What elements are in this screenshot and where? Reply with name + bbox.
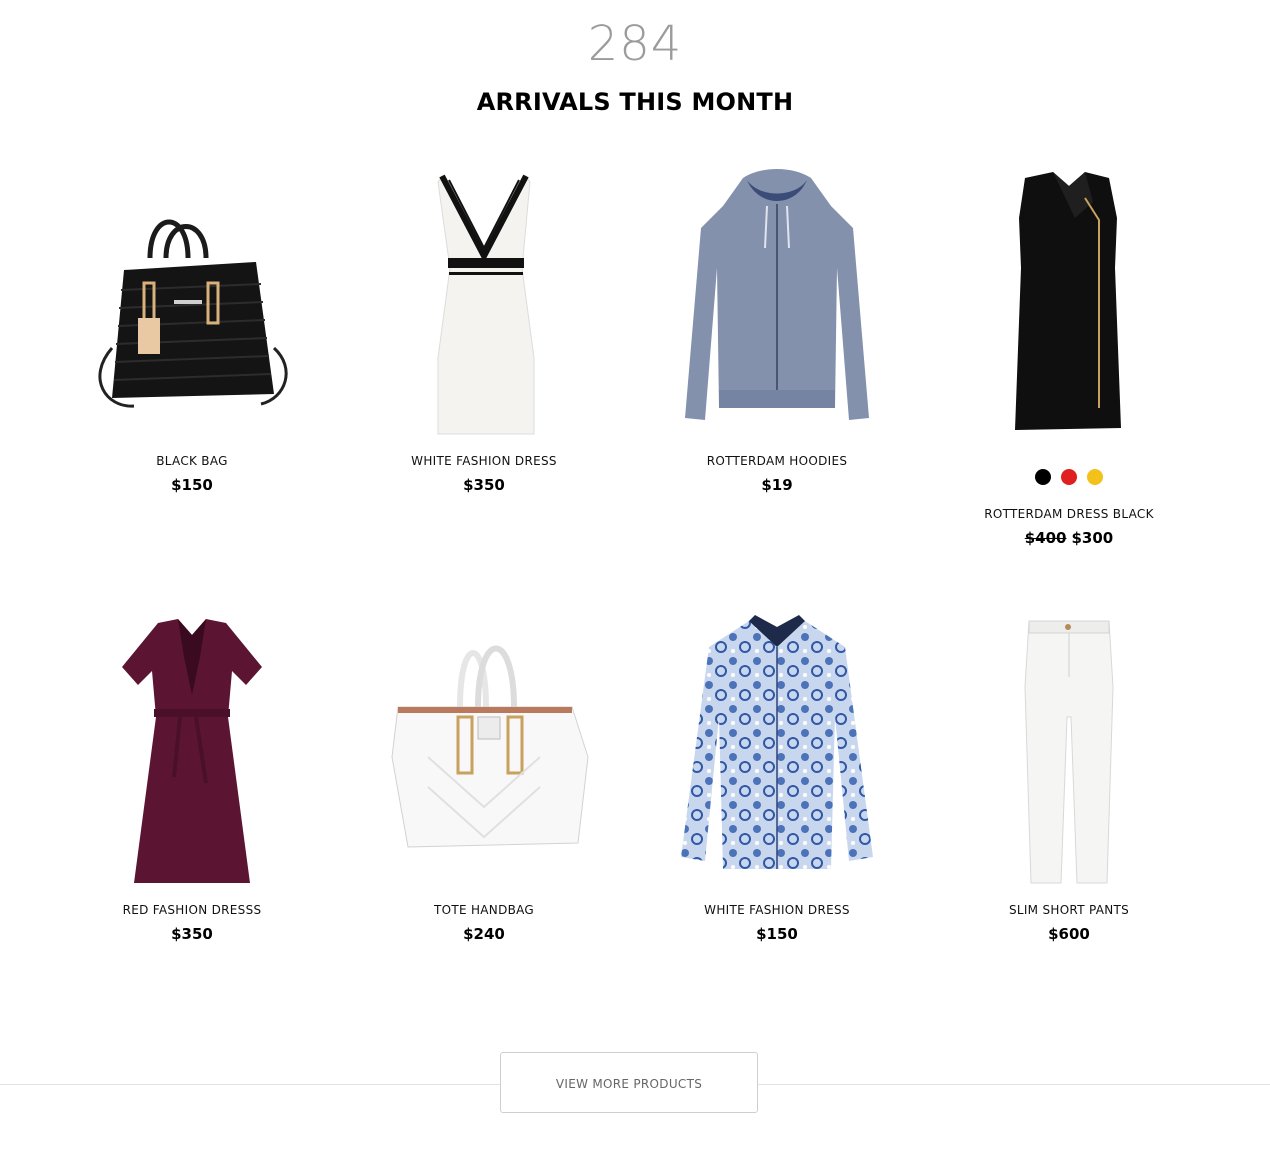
swatch-black[interactable] [1034,468,1051,485]
product-price: $350 [171,925,213,943]
arrivals-count: 284 [587,16,683,72]
purple-dress-image[interactable] [46,607,338,887]
product-name[interactable]: WHITE FASHION DRESS [338,454,630,468]
product-price: $150 [756,925,798,943]
section-title: ARRIVALS THIS MONTH [476,88,794,116]
product-price: $150 [171,476,213,494]
product-name[interactable]: SLIM SHORT PANTS [923,903,1215,917]
paisley-shirt-image[interactable] [631,607,923,887]
product-name[interactable]: BLACK BAG [46,454,338,468]
product-name[interactable]: ROTTERDAM HOODIES [631,454,923,468]
black-dress-image[interactable] [923,158,1215,438]
product-price: $350 [463,476,505,494]
white-jeans-image[interactable] [923,607,1215,887]
swatch-red[interactable] [1061,468,1077,485]
product-price: $600 [1048,925,1090,943]
black-bag-image[interactable] [46,158,338,438]
product-name[interactable]: TOTE HANDBAG [338,903,630,917]
view-more-products-button[interactable]: VIEW MORE PRODUCTS [500,1052,758,1113]
white-dress-image[interactable] [338,158,630,438]
product-name[interactable]: RED FASHION DRESSS [46,903,338,917]
product-price: $400 $300 [923,529,1215,547]
product-price: $19 [761,476,793,494]
white-tote-image[interactable] [338,607,630,887]
swatch-yellow[interactable] [1087,468,1104,485]
product-name[interactable]: ROTTERDAM DRESS BLACK [923,507,1215,521]
grey-hoodie-image[interactable] [631,158,923,438]
product-name[interactable]: WHITE FASHION DRESS [631,903,923,917]
color-swatches [923,468,1215,486]
old-price: $400 [1024,529,1067,547]
product-price: $240 [463,925,505,943]
sale-price: $300 [1071,529,1114,547]
